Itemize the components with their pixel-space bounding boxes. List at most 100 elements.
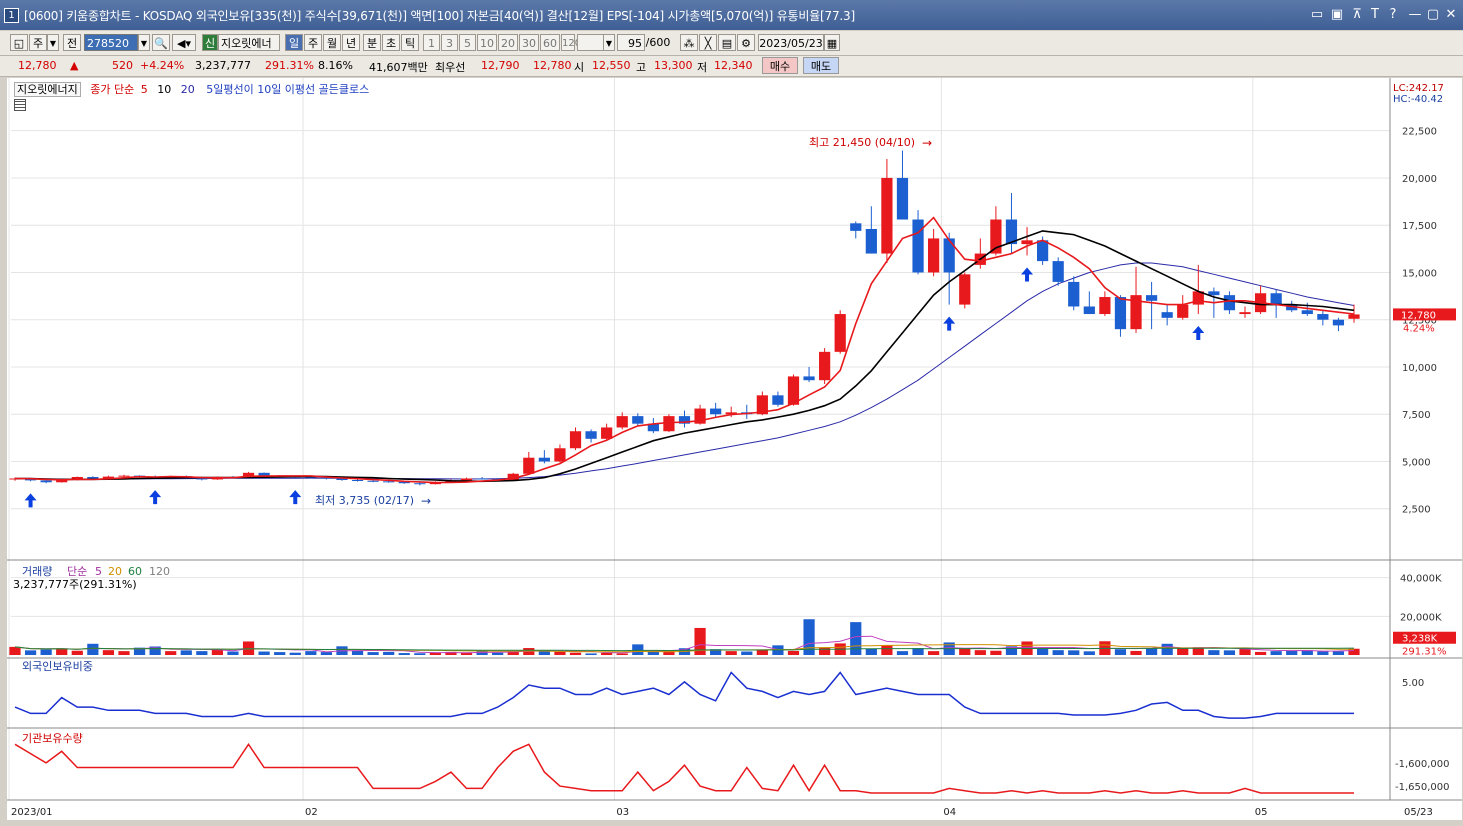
interval-5[interactable]: 5 <box>459 34 476 51</box>
interval-20[interactable]: 20 <box>498 34 518 51</box>
stock-code-input[interactable]: 278520 <box>84 34 138 51</box>
search-icon[interactable]: 🔍 <box>152 34 170 51</box>
maximize-button[interactable]: ▢ <box>1424 7 1442 22</box>
candle <box>741 404 753 419</box>
volume-bar <box>274 652 286 655</box>
high-label: 고 <box>636 61 647 74</box>
x-tick-label: 04 <box>943 807 956 818</box>
interval-60[interactable]: 60 <box>540 34 560 51</box>
chart-menu-icon[interactable]: ◱ <box>10 34 28 51</box>
volume-bar <box>227 651 239 655</box>
window-titlebar[interactable]: 1 [0600] 키움종합차트 - KOSDAQ 외국인보유[335(천)] 주… <box>0 0 1463 30</box>
period-week[interactable]: 주 <box>304 34 322 51</box>
sell-button[interactable]: 매도 <box>803 57 839 74</box>
speaker-icon[interactable]: ◀▾ <box>172 34 196 51</box>
ma-lines-layer <box>14 216 1355 484</box>
interval-30[interactable]: 30 <box>519 34 539 51</box>
period-month[interactable]: 월 <box>323 34 341 51</box>
code-dropdown-icon[interactable]: ▼ <box>138 34 150 51</box>
last-volume-label: 3,238K <box>1402 634 1438 645</box>
candle <box>476 476 488 480</box>
custom-interval-dropdown-icon[interactable]: ▼ <box>603 34 615 51</box>
period-second[interactable]: 초 <box>382 34 400 51</box>
chart-canvas[interactable]: 22,50020,00017,50015,00012,50010,0007,50… <box>7 78 1462 820</box>
hc-label: HC:-40.42 <box>1393 94 1443 105</box>
interval-120[interactable]: 120 <box>561 34 581 51</box>
period-minute[interactable]: 분 <box>363 34 381 51</box>
volume-bar <box>1161 643 1173 655</box>
minimize-button[interactable]: — <box>1406 7 1424 22</box>
high-price: 13,300 <box>654 59 693 72</box>
candles-layer <box>9 150 1360 486</box>
candle-body <box>1145 295 1158 301</box>
candle-body <box>928 238 940 273</box>
indicator-icon[interactable]: ⁂ <box>680 34 698 51</box>
settings-icon[interactable]: ⚙ <box>737 34 755 51</box>
period-dropdown-icon[interactable]: ▼ <box>47 34 59 51</box>
draw-tool-icon[interactable]: ╳ <box>699 34 717 51</box>
layout-icon[interactable]: ▭ <box>1308 7 1326 22</box>
candle-body <box>1317 314 1329 320</box>
foreign-ratio-line <box>14 671 1354 719</box>
volume-bar <box>71 650 83 655</box>
candle <box>678 410 691 428</box>
volume: 3,237,777 <box>195 59 251 72</box>
volume-bar <box>289 652 301 655</box>
price-tick-label: 10,000 <box>1402 363 1437 374</box>
buy-button[interactable]: 매수 <box>762 57 798 74</box>
legend-signal: 5일평선이 10일 이평선 골든클로스 <box>206 83 370 96</box>
candle-body <box>1161 312 1173 318</box>
save-icon[interactable]: ▤ <box>718 34 736 51</box>
chart-legend: 지오릿에너지 종가 단순 5 10 20 5일평선이 10일 이평선 골든클로스 <box>14 81 369 97</box>
candle <box>896 150 909 220</box>
volume-bar <box>601 652 613 655</box>
high-arrow-icon: → <box>922 136 932 150</box>
period-select[interactable]: 주 <box>29 34 47 51</box>
price-tick-label: 7,500 <box>1402 410 1431 421</box>
date-input[interactable]: 2023/05/23 <box>758 34 824 51</box>
candle <box>1099 291 1111 316</box>
legend-stock-name[interactable]: 지오릿에너지 <box>14 82 81 97</box>
candle-body <box>601 427 613 439</box>
legend-ma-label: 종가 단순 <box>90 83 135 96</box>
golden-cross-arrow-icon <box>943 316 956 331</box>
candle <box>974 238 986 269</box>
candle-body <box>414 483 426 485</box>
volume-label: 거래량 <box>22 565 52 578</box>
candle <box>865 206 877 254</box>
calendar-icon[interactable]: ▦ <box>824 34 840 51</box>
period-year[interactable]: 년 <box>342 34 360 51</box>
grid-toggle-icon[interactable] <box>14 99 26 111</box>
interval-1[interactable]: 1 <box>423 34 440 51</box>
window-number[interactable]: 1 <box>4 8 19 23</box>
period-tick[interactable]: 틱 <box>401 34 419 51</box>
foreign-layer <box>14 671 1354 719</box>
candle-body <box>1177 304 1189 318</box>
candle <box>632 413 644 426</box>
chart-area[interactable]: 22,500 20,000 17,500 15,000 12,500 10,000 7,50… <box>7 78 1462 820</box>
candle-body <box>1068 281 1080 307</box>
inst-tick-label: -1,650,000 <box>1395 782 1450 793</box>
period-day[interactable]: 일 <box>285 34 303 51</box>
candle <box>1223 291 1236 315</box>
volume-bar <box>351 650 364 655</box>
candle-body <box>834 314 846 352</box>
candle <box>1068 276 1080 311</box>
help-icon[interactable]: ? <box>1384 7 1402 22</box>
volume-bar <box>1208 650 1220 655</box>
volume-bar <box>367 652 379 655</box>
prev-button[interactable]: 전 <box>63 34 81 51</box>
candle <box>1161 304 1173 326</box>
low-arrow-icon: → <box>421 494 431 508</box>
bar-count-input[interactable]: 95 <box>617 34 645 51</box>
pin-icon[interactable]: ⊼ <box>1348 7 1366 22</box>
golden-cross-arrow-icon <box>149 490 162 505</box>
interval-10[interactable]: 10 <box>477 34 497 51</box>
close-button[interactable]: ✕ <box>1442 7 1460 22</box>
candle-body <box>959 274 971 305</box>
interval-3[interactable]: 3 <box>441 34 458 51</box>
text-icon[interactable]: T <box>1366 7 1384 22</box>
copy-icon[interactable]: ▣ <box>1328 7 1346 22</box>
candle <box>351 479 364 482</box>
candle-body <box>896 177 909 220</box>
